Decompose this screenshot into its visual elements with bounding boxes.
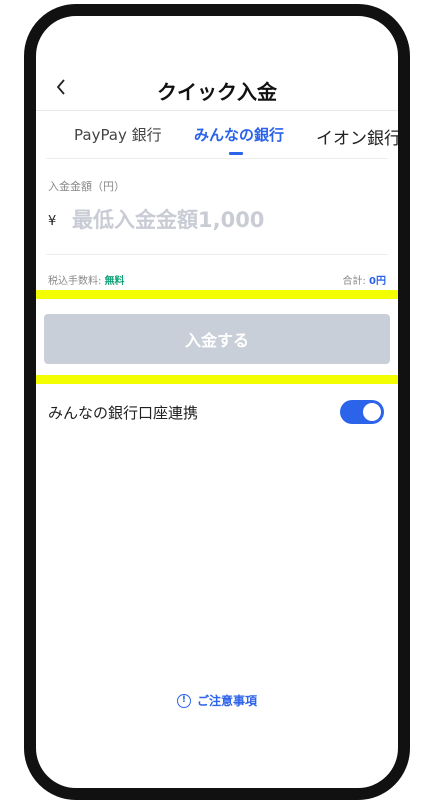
fee-row: 税込手数料: 無料 (48, 272, 125, 287)
info-icon: ! (176, 693, 191, 708)
page-title: クイック入金 (157, 80, 277, 104)
fee-label: 税込手数料: (48, 276, 102, 287)
header-divider (36, 110, 398, 111)
amount-label: 入金金額（円） (48, 180, 125, 193)
amount-divider (46, 254, 388, 255)
toggle-knob (363, 403, 381, 421)
tab-aeon-bank[interactable]: イオン銀行 (316, 124, 398, 149)
screen: クイック入金 PayPay 銀行 みんなの銀行 イオン銀行 入金金額（円） ¥ … (36, 16, 398, 788)
notice-link[interactable]: ! ご注意事項 (36, 692, 398, 709)
phone-frame: クイック入金 PayPay 銀行 みんなの銀行 イオン銀行 入金金額（円） ¥ … (24, 4, 410, 800)
header: クイック入金 (36, 66, 398, 112)
amount-input[interactable] (72, 202, 372, 238)
deposit-button[interactable]: 入金する (44, 314, 390, 364)
tab-active-indicator (229, 152, 243, 155)
total-row: 合計: 0円 (342, 272, 386, 287)
bank-link-toggle[interactable] (340, 400, 384, 424)
bank-link-label: みんなの銀行口座連携 (48, 404, 199, 422)
fee-value: 無料 (104, 276, 125, 287)
tabs-divider (46, 158, 388, 159)
total-value: 0円 (369, 276, 386, 287)
tab-paypay-bank[interactable]: PayPay 銀行 (74, 124, 162, 145)
total-label: 合計: (342, 276, 366, 287)
tab-minna-bank[interactable]: みんなの銀行 (194, 124, 284, 145)
notice-label: ご注意事項 (196, 694, 257, 708)
bank-tabs: PayPay 銀行 みんなの銀行 イオン銀行 (36, 114, 398, 158)
currency-symbol: ¥ (48, 214, 57, 229)
